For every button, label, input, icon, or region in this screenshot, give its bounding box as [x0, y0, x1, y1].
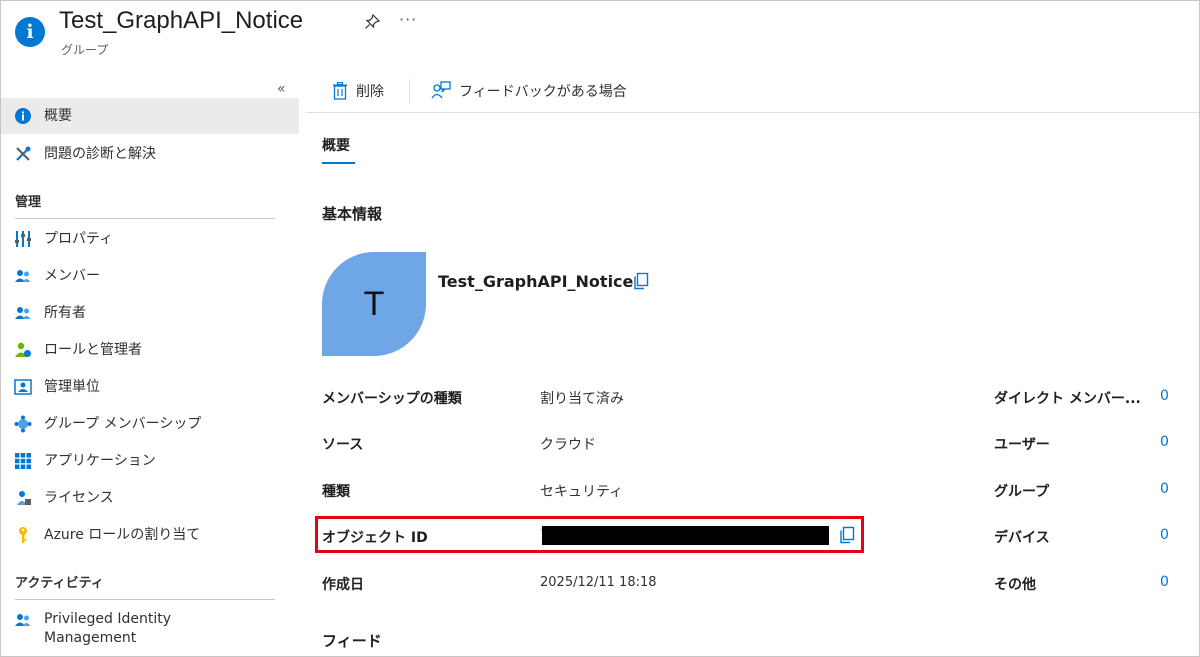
page-subtitle: グループ — [61, 43, 109, 57]
feedback-icon — [431, 81, 451, 99]
created-date-value: 2025/12/11 18:18 — [540, 575, 657, 590]
type-label: 種類 — [322, 484, 350, 500]
command-bar: 削除 フィードバックがある場合 — [306, 69, 1199, 113]
divider — [15, 599, 275, 600]
copy-object-id-icon[interactable] — [838, 526, 856, 544]
section-manage: 管理 — [15, 195, 42, 210]
users-count[interactable]: 0 — [1160, 434, 1169, 450]
sidebar-item-roles[interactable]: ロールと管理者 — [1, 332, 299, 368]
sidebar-item-label: 問題の診断と解決 — [44, 145, 156, 162]
sidebar-item-owners[interactable]: 所有者 — [1, 295, 299, 331]
group-avatar: T — [322, 252, 426, 356]
section-activity: アクティビティ — [15, 576, 104, 591]
direct-members-count[interactable]: 0 — [1160, 388, 1169, 404]
key-icon — [19, 527, 27, 543]
devices-count[interactable]: 0 — [1160, 527, 1169, 543]
copy-icon[interactable] — [632, 272, 650, 290]
sidebar-item-label-line2: Management — [44, 630, 137, 646]
pin-icon[interactable] — [363, 13, 381, 31]
admin-unit-icon — [14, 379, 32, 395]
feedback-label: フィードバックがある場合 — [459, 84, 627, 100]
sidebar-item-label: Azure ロールの割り当て — [44, 526, 201, 543]
sidebar-item-overview[interactable]: 概要 — [1, 98, 299, 134]
page-title: Test_GraphAPI_Notice — [59, 7, 304, 34]
sidebar-item-label: プロパティ — [44, 230, 114, 247]
licenses-icon — [17, 491, 31, 505]
groups-count[interactable]: 0 — [1160, 481, 1169, 497]
sidebar-item-label: 概要 — [44, 107, 72, 124]
sidebar-item-label: グループ メンバーシップ — [44, 415, 202, 432]
avatar-letter: T — [363, 285, 385, 323]
groups-label: グループ — [994, 484, 1050, 500]
sidebar-item-applications[interactable]: アプリケーション — [1, 443, 299, 479]
membership-type-label: メンバーシップの種類 — [322, 391, 462, 407]
sidebar-item-label: 所有者 — [44, 304, 86, 321]
pim-icon — [15, 614, 31, 626]
object-id-label: オブジェクト ID — [322, 530, 428, 546]
delete-button[interactable]: 削除 — [332, 81, 384, 101]
info-icon — [15, 108, 31, 124]
applications-icon — [15, 453, 31, 469]
toolbar-divider — [409, 79, 410, 103]
feedback-button[interactable]: フィードバックがある場合 — [431, 81, 627, 101]
owners-icon — [15, 307, 31, 319]
sidebar-item-licenses[interactable]: ライセンス — [1, 480, 299, 516]
trash-icon — [333, 82, 347, 100]
direct-members-label: ダイレクト メンバー... — [994, 391, 1141, 407]
type-value: セキュリティ — [540, 484, 624, 500]
membership-type-value: 割り当て済み — [540, 391, 624, 407]
others-count[interactable]: 0 — [1160, 574, 1169, 590]
tab-overview[interactable]: 概要 — [322, 135, 350, 155]
users-label: ユーザー — [994, 437, 1050, 453]
redaction-bar — [542, 526, 829, 545]
sidebar-item-members[interactable]: メンバー — [1, 258, 299, 294]
sidebar-item-label: メンバー — [44, 267, 100, 284]
more-options-icon[interactable]: ··· — [399, 10, 417, 29]
properties-icon — [15, 231, 31, 247]
sidebar-item-label: ロールと管理者 — [44, 341, 142, 358]
sidebar-item-admin-units[interactable]: 管理単位 — [1, 369, 299, 405]
sidebar-item-group-memberships[interactable]: グループ メンバーシップ — [1, 406, 299, 442]
roles-icon — [15, 342, 31, 357]
sidebar-item-properties[interactable]: プロパティ — [1, 221, 299, 257]
sidebar: « 概要 問題の診断と解決 管理 プロパティ メンバー 所有者 ロールと管理者 … — [1, 69, 301, 656]
divider — [15, 218, 275, 219]
others-label: その他 — [994, 577, 1036, 593]
wrench-icon — [16, 146, 31, 161]
members-icon — [15, 270, 31, 282]
group-name: Test_GraphAPI_Notice — [438, 272, 634, 291]
sidebar-item-label: アプリケーション — [44, 452, 156, 469]
tab-active-indicator — [322, 162, 355, 164]
devices-label: デバイス — [994, 530, 1050, 546]
sidebar-item-azure-role-assignments[interactable]: Azure ロールの割り当て — [1, 517, 299, 553]
delete-label: 削除 — [356, 84, 384, 100]
basic-info-heading: 基本情報 — [322, 205, 383, 223]
source-value: クラウド — [540, 437, 596, 453]
sidebar-item-label: ライセンス — [44, 489, 114, 506]
info-icon: i — [15, 17, 45, 47]
group-membership-icon — [14, 415, 32, 433]
created-date-label: 作成日 — [322, 577, 364, 593]
app-frame: i Test_GraphAPI_Notice グループ ··· « 概要 問題の… — [0, 0, 1200, 657]
source-label: ソース — [322, 437, 364, 453]
sidebar-item-label: 管理単位 — [44, 378, 100, 395]
feed-heading: フィード — [322, 632, 382, 650]
collapse-sidebar-icon[interactable]: « — [277, 81, 286, 97]
sidebar-item-diagnose[interactable]: 問題の診断と解決 — [1, 136, 299, 172]
blade-header: i Test_GraphAPI_Notice グループ ··· — [1, 1, 1199, 69]
sidebar-item-label: Privileged Identity — [44, 611, 172, 627]
sidebar-item-pim[interactable]: Privileged Identity Management — [1, 607, 299, 651]
